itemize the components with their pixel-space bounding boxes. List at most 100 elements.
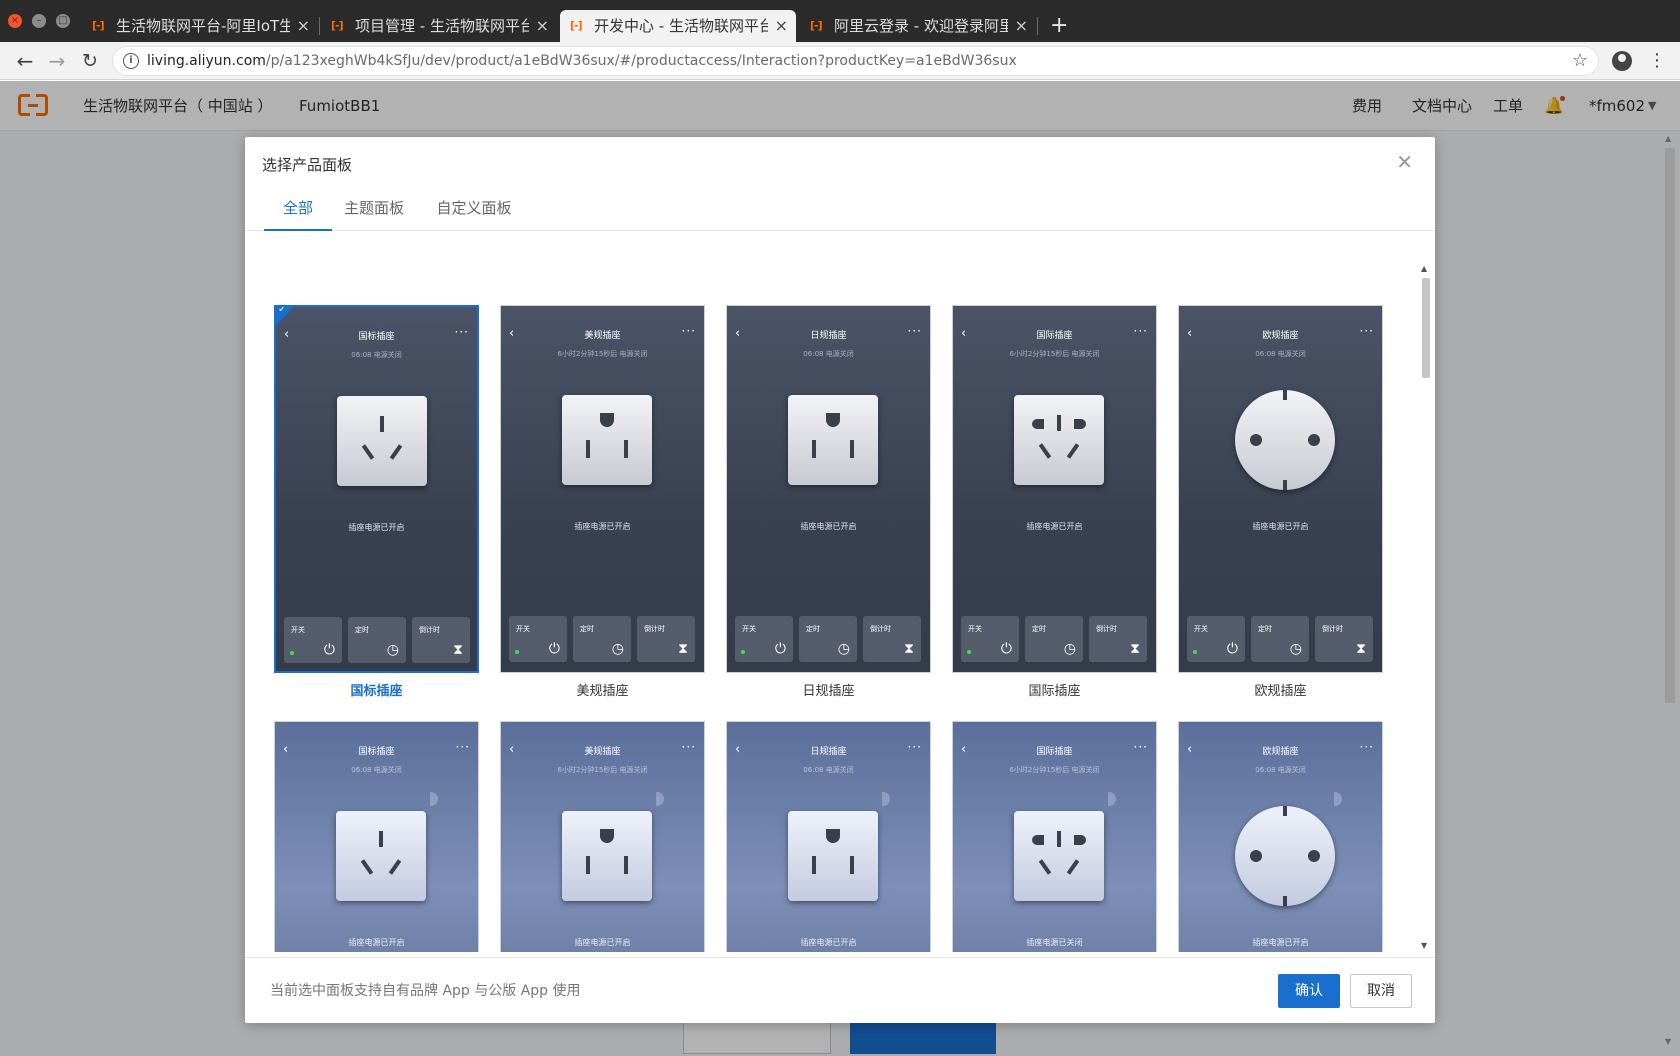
panel-card-label[interactable]: 国标插座 [274,680,479,699]
panel-card[interactable]: ✓ ‹ 国标插座 ··· 06:08 电源关闭 插座电源已开启 开关 ⏻ 定时 ◷ 倒计时 ⧗ [274,305,479,673]
reload-icon[interactable]: ↻ [77,48,103,74]
timer-icon: ◷ [1063,641,1076,657]
new-tab-button[interactable]: + [1050,12,1068,40]
power-on-dot [967,650,971,654]
panel-screen-title: 日规插座 [810,331,847,341]
panel-timer-button: 定时 ◷ [799,616,857,662]
panel-button-label: 开关 [516,625,530,633]
power-icon: ⏻ [1226,641,1238,657]
scroll-down-arrow-icon[interactable]: ▼ [1421,941,1427,950]
socket-contact [624,856,628,874]
panel-timer-button: 定时 ◷ [348,617,406,663]
account-avatar-icon[interactable] [1612,51,1632,71]
socket-contact [586,440,590,458]
panel-button-label: 倒计时 [870,625,891,633]
browser-tab-2[interactable]: [-] 项目管理 - 生活物联网平台 × [321,10,557,42]
panel-card-label[interactable]: 美规插座 [500,680,705,699]
window-maximize-icon[interactable]: □ [56,14,70,28]
panel-status: 插座电源已开启 [574,938,631,947]
aliyun-favicon-icon: [-] [570,19,583,32]
moon-icon [1108,792,1116,806]
panel-grid-scrollbar[interactable]: ▲ ▼ [1420,264,1432,950]
browser-tab-3-active[interactable]: [-] 开发中心 - 生活物联网平台 × [560,10,796,42]
footer-note: 当前选中面板支持自有品牌 App 与公版 App 使用 [270,983,581,999]
tab-custom-panels[interactable]: 自定义面板 [431,193,517,231]
countdown-icon: ⧗ [904,641,914,657]
panel-grid-scrollbar-thumb[interactable] [1422,278,1430,378]
browser-tab-4[interactable]: [-] 阿里云登录 - 欢迎登录阿里 × [800,10,1036,42]
scroll-up-arrow-icon[interactable]: ▲ [1421,264,1427,273]
panel-button-label: 定时 [806,625,820,633]
address-bar[interactable]: i living.aliyun.com/p/a123xeghWb4kSfJu/d… [112,46,1599,76]
back-arrow-icon[interactable]: ← [12,48,38,74]
panel-card[interactable]: ‹ 美规插座 ··· 6小时2分钟15秒后 电源关闭 插座电源已开启 开关 ⏻ 定时 ◷ 倒计时 ⧗ [500,305,705,673]
tab-theme-panels[interactable]: 主题面板 [340,193,408,231]
browser-toolbar: ← → ↻ i living.aliyun.com/p/a123xeghWb4k… [0,42,1680,80]
timer-icon: ◷ [386,642,399,658]
dialog-footer: 当前选中面板支持自有品牌 App 与公版 App 使用 确认 取消 [245,957,1435,1023]
panel-status: 插座电源已开启 [348,938,405,947]
power-icon: ⏻ [1000,641,1012,657]
url-path: /p/a123xeghWb4kSfJu/dev/product/a1eBdW36… [265,53,1017,69]
panel-card[interactable]: ‹ 国际插座 ··· 6小时2分钟15秒后 电源关闭 插座电源已关闭 [952,721,1157,952]
panel-card[interactable]: ‹ 欧规插座 ··· 06:08 电源关闭 插座电源已开启 开关 ⏻ 定时 ◷ 倒计时 ⧗ [1178,305,1383,673]
panel-status: 插座电源已开启 [1252,522,1309,531]
panel-card[interactable]: ‹ 国际插座 ··· 6小时2分钟15秒后 电源关闭 插座电源已开启 开关 ⏻ 定时 ◷ 倒计时 ⧗ [952,305,1157,673]
socket-contact [388,859,402,875]
socket-contact [850,440,854,458]
page-scrollbar[interactable]: ▲ ▼ [1662,134,1676,1046]
panel-card-label[interactable]: 日规插座 [726,680,931,699]
countdown-icon: ⧗ [678,641,688,657]
more-dots-icon: ··· [907,740,922,754]
panel-button-label: 开关 [968,625,982,633]
scroll-up-arrow-icon[interactable]: ▲ [1665,134,1671,143]
forward-arrow-icon[interactable]: → [44,48,70,74]
confirm-button[interactable]: 确认 [1278,974,1340,1008]
url-host: living.aliyun.com [147,53,266,69]
cancel-button[interactable]: 取消 [1350,974,1412,1008]
tab-all[interactable]: 全部 [264,193,332,231]
panel-card[interactable]: ‹ 日规插座 ··· 06:08 电源关闭 插座电源已开启 [726,721,931,952]
panel-button-label: 定时 [355,626,369,634]
window-minimize-icon[interactable]: – [32,14,46,28]
select-panel-dialog: 选择产品面板 ✕ 全部 主题面板 自定义面板 ✓ ‹ 国标插座 ··· 06:08 电源… [245,137,1435,1023]
panel-power-button: 开关 ⏻ [509,616,567,662]
intl-socket-icon [1014,395,1104,485]
close-icon[interactable]: ✕ [1396,151,1413,173]
panel-card-label[interactable]: 国际插座 [952,680,1157,699]
panel-countdown-button: 倒计时 ⧗ [1089,616,1147,662]
url-text[interactable]: living.aliyun.com/p/a123xeghWb4kSfJu/dev… [147,47,1017,75]
page-scrollbar-thumb[interactable] [1665,148,1675,703]
tab-close-icon[interactable]: × [1015,10,1028,42]
power-on-dot [1193,650,1197,654]
browser-tab-1[interactable]: [-] 生活物联网平台-阿里IoT生 × [82,10,318,42]
tab-close-icon[interactable]: × [775,10,788,42]
jp-socket-icon [788,811,878,901]
scroll-down-arrow-icon[interactable]: ▼ [1665,1037,1671,1046]
browser-menu-icon[interactable]: ⋮ [1648,48,1666,74]
bookmark-star-icon[interactable]: ☆ [1572,49,1588,73]
socket-contact [1308,434,1320,446]
panel-subtitle: 06:08 电源关闭 [351,766,402,774]
countdown-icon: ⧗ [1356,641,1366,657]
panel-card[interactable]: ‹ 日规插座 ··· 06:08 电源关闭 插座电源已开启 开关 ⏻ 定时 ◷ 倒计时 ⧗ [726,305,931,673]
panel-screen-title: 美规插座 [584,747,621,757]
socket-contact [826,829,840,843]
socket-contact [600,829,614,843]
eu-socket-icon [1235,390,1335,490]
panel-card[interactable]: ‹ 美规插座 ··· 6小时2分钟15秒后 电源关闭 插座电源已开启 [500,721,705,952]
panel-card-label[interactable]: 欧规插座 [1178,680,1383,699]
panel-card[interactable]: ‹ 欧规插座 ··· 06:08 电源关闭 插座电源已开启 [1178,721,1383,952]
panel-screen-title: 国标插座 [358,747,395,757]
site-info-icon[interactable]: i [123,53,139,69]
panel-card[interactable]: ‹ 国标插座 ··· 06:08 电源关闭 插座电源已开启 [274,721,479,952]
socket-contact [1308,850,1320,862]
tab-close-icon[interactable]: × [536,10,549,42]
tab-close-icon[interactable]: × [297,10,310,42]
tab-title: 开发中心 - 生活物联网平台 [594,17,768,35]
cn-socket-icon [337,396,427,486]
socket-contact [1066,443,1080,459]
window-close-icon[interactable]: × [8,14,22,28]
panel-screen-title: 国标插座 [358,332,395,342]
power-on-dot [290,651,294,655]
